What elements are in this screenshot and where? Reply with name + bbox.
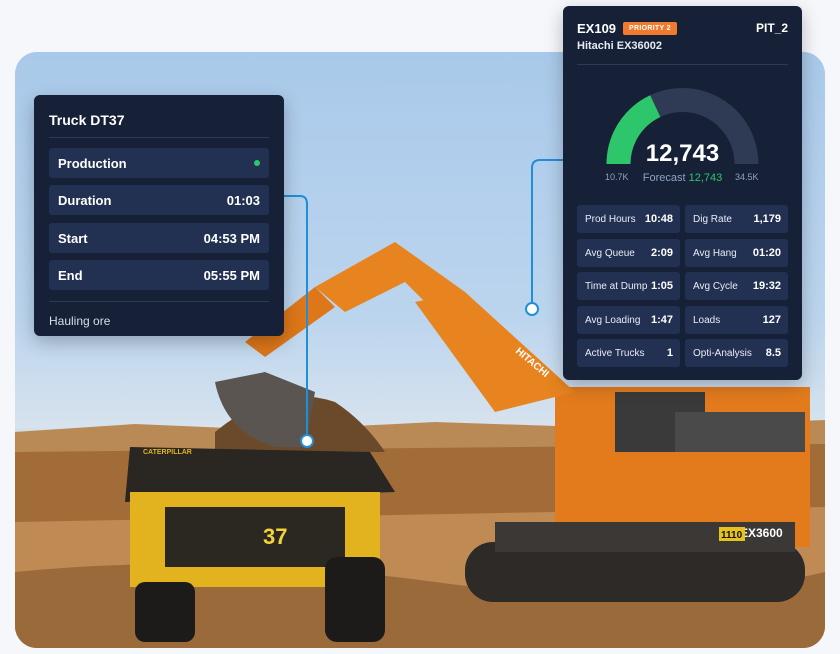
stat-value: 127 [762,314,781,326]
stat-label: Opti-Analysis [693,347,752,359]
truck-row-label: End [58,267,83,283]
stat-time-at-dump: Time at Dump 1:05 [577,272,680,300]
truck-activity-text: Hauling ore [49,314,111,328]
truck-row-label: Start [58,230,88,246]
excavator-info-card: EX109 PRIORITY 2 PIT_2 Hitachi EX36002 1… [563,6,802,380]
truck-card-title: Truck DT37 [49,112,125,128]
stat-avg-queue: Avg Queue 2:09 [577,239,680,267]
stat-value: 8.5 [765,347,781,359]
truck-number-text: 37 [263,524,287,549]
truck-row-start: Start 04:53 PM [49,223,269,253]
truck-row-duration: Duration 01:03 [49,185,269,215]
stat-value: 1,179 [753,213,781,225]
stat-avg-hang: Avg Hang 01:20 [685,239,788,267]
truck-row-label: Duration [58,192,112,208]
stat-label: Avg Queue [585,247,635,259]
stat-value: 10:48 [644,213,673,225]
gauge-value: 12,743 [645,140,720,167]
stat-avg-loading: Avg Loading 1:47 [577,306,680,334]
stat-value: 2:09 [650,247,673,259]
truck-info-card: Truck DT37 Production Duration 01:03 Sta… [34,95,284,336]
excavator-number-text: 1110 [721,530,743,541]
stat-label: Active Trucks [585,347,645,359]
stat-value: 01:20 [752,247,781,259]
stat-value: 1 [666,347,673,359]
stat-value: 1:05 [650,280,673,292]
truck-row-value: 04:53 PM [203,230,260,246]
forecast-label: Forecast [642,172,686,184]
stat-loads: Loads 127 [685,306,788,334]
stat-label: Avg Cycle [693,280,738,292]
stat-opti-analysis: Opti-Analysis 8.5 [685,339,788,367]
stat-label: Loads [693,314,721,326]
truck-row-value: 05:55 PM [203,267,260,283]
forecast-line: Forecast 12,743 [563,172,802,184]
stat-label: Avg Loading [585,314,641,326]
stat-avg-cycle: Avg Cycle 19:32 [685,272,788,300]
stat-value: 1:47 [650,314,673,326]
truck-row-production: Production [49,148,269,178]
truck-row-value: 01:03 [226,192,260,208]
truck-card-divider [49,137,269,138]
truck-row-label: Production [58,155,127,171]
status-dot-icon [254,160,260,166]
truck-brand-text: CATERPILLAR [143,449,192,456]
stat-label: Time at Dump [585,280,648,292]
stat-label: Avg Hang [693,247,737,259]
excavator-model-text: EX3600 [740,526,783,540]
stat-label: Prod Hours [585,213,636,225]
truck-card-divider [49,301,269,302]
stat-active-trucks: Active Trucks 1 [577,339,680,367]
forecast-value: 12,743 [688,172,723,184]
stat-value: 19:32 [752,280,781,292]
truck-row-end: End 05:55 PM [49,260,269,290]
stat-prod-hours: Prod Hours 10:48 [577,205,680,233]
gauge-max-label: 34.5K [735,172,759,182]
stat-label: Dig Rate [693,213,732,225]
stat-dig-rate: Dig Rate 1,179 [685,205,788,233]
